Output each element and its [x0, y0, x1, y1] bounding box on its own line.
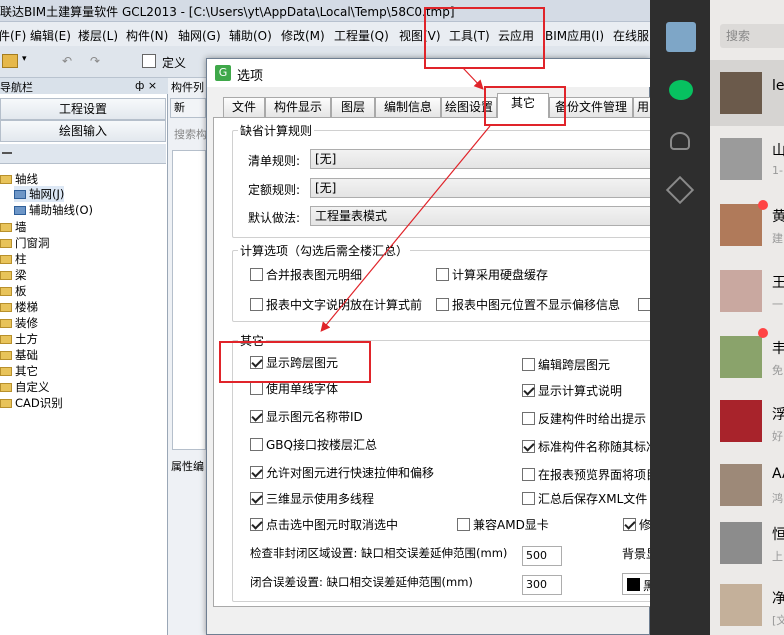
arrow-to-other-tab: [462, 67, 484, 90]
annotation-arrows: [320, 67, 491, 332]
arrow-to-checkbox: [320, 125, 491, 332]
tab-other[interactable]: 其它: [497, 93, 549, 118]
